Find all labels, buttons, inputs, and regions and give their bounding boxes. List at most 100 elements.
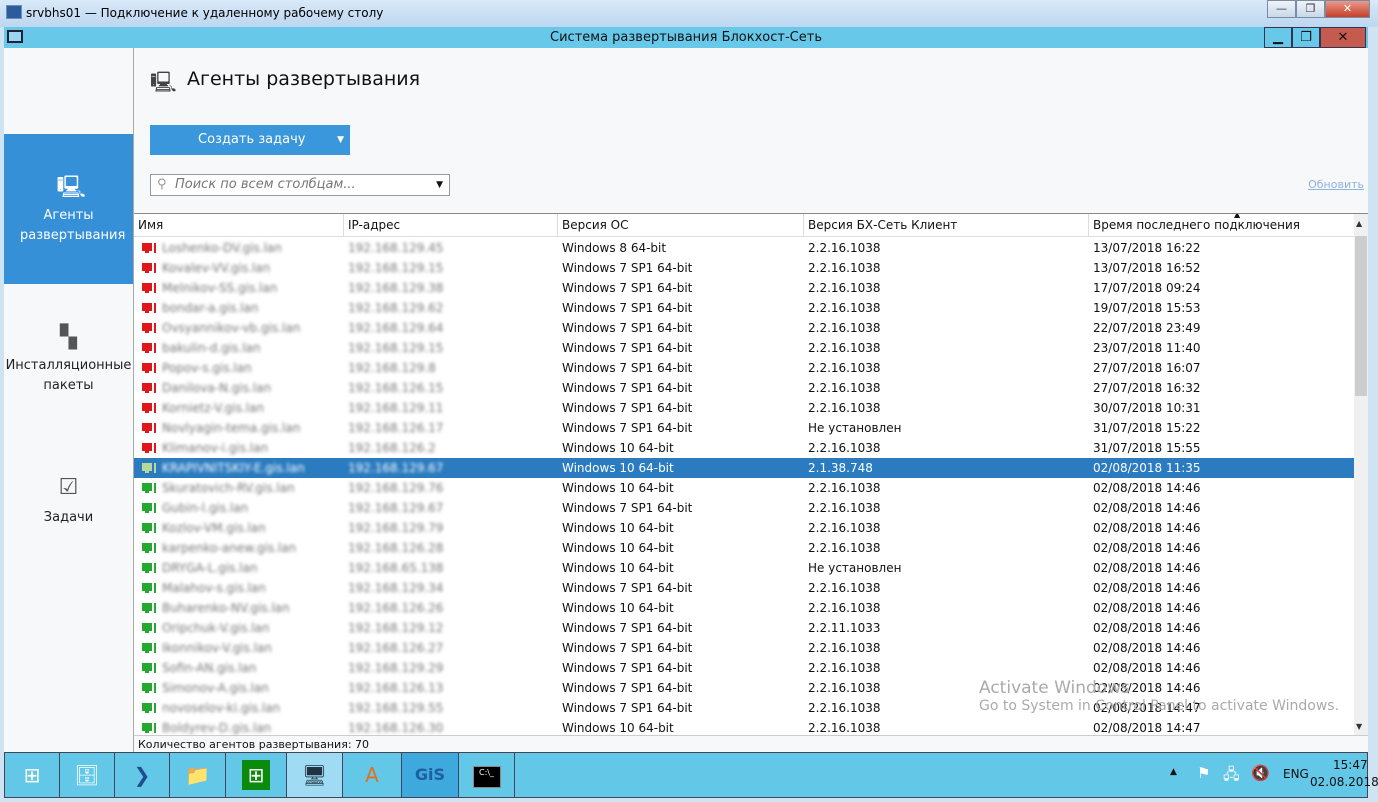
sidebar-item-packages[interactable]: ▚ Инсталляционные пакеты bbox=[4, 284, 133, 434]
agent-client-version: 2.2.16.1038 bbox=[808, 241, 881, 255]
create-task-button[interactable]: Создать задачу ▼ bbox=[150, 125, 350, 155]
table-row[interactable]: Ovsyannikov-vb.gis.lan 192.168.129.64 Wind… bbox=[134, 318, 1354, 338]
agent-name: Sofin-AN.gis.lan bbox=[162, 661, 257, 675]
agent-ip: 192.168.129.15 bbox=[348, 341, 444, 355]
clock-time[interactable]: 15:47 bbox=[1333, 758, 1368, 772]
agent-os: Windows 10 64-bit bbox=[562, 561, 674, 575]
agent-ip: 192.168.126.13 bbox=[348, 681, 444, 695]
agent-os: Windows 7 SP1 64-bit bbox=[562, 421, 693, 435]
table-row[interactable]: Malahov-s.gis.lan 192.168.129.34 Windows 7… bbox=[134, 578, 1354, 598]
file-explorer-icon[interactable]: 📁 bbox=[170, 753, 226, 797]
agent-client-version: 2.2.16.1038 bbox=[808, 281, 881, 295]
sidebar-item-agents[interactable]: 🖳 Агенты развертывания bbox=[4, 134, 133, 284]
agent-client-version: 2.2.16.1038 bbox=[808, 541, 881, 555]
language-indicator[interactable]: ENG bbox=[1283, 767, 1309, 781]
agent-ip: 192.168.129.29 bbox=[348, 661, 444, 675]
agent-ip: 192.168.129.79 bbox=[348, 521, 444, 535]
network-icon[interactable]: 🖧 bbox=[1223, 764, 1240, 789]
agent-os: Windows 7 SP1 64-bit bbox=[562, 261, 693, 275]
table-row[interactable]: Buharenko-NV.gis.lan 192.168.126.26 Window… bbox=[134, 598, 1354, 618]
table-row[interactable]: Boldyrev-D.gis.lan 192.168.126.30 Windows … bbox=[134, 718, 1354, 735]
table-row[interactable]: KRAPIVNITSKIY-E.gis.lan 192.168.129.67 Win… bbox=[134, 458, 1354, 478]
table-row[interactable]: karpenko-anew.gis.lan 192.168.126.28 Windo… bbox=[134, 538, 1354, 558]
rdp-restore-button[interactable]: ❐ bbox=[1296, 0, 1325, 18]
app-title: Система развертывания Блокхост-Сеть bbox=[550, 30, 822, 45]
chevron-down-icon[interactable]: ▼ bbox=[436, 175, 443, 195]
powershell-icon[interactable]: ❯ bbox=[115, 753, 170, 797]
minimize-button[interactable]: ▁ bbox=[1264, 27, 1292, 48]
volume-muted-icon[interactable]: 🔇 bbox=[1251, 764, 1270, 782]
agent-client-version: 2.2.16.1038 bbox=[808, 641, 881, 655]
table-row[interactable]: Novlyagin-tema.gis.lan 192.168.126.17 Wind… bbox=[134, 418, 1354, 438]
table-row[interactable]: Loshenko-DV.gis.lan 192.168.129.45 Windows… bbox=[134, 238, 1354, 258]
agent-status-icon bbox=[142, 283, 156, 293]
agent-status-icon bbox=[142, 363, 156, 373]
scroll-down-icon[interactable]: ▼ bbox=[1356, 722, 1362, 731]
agent-name: novoselov-ki.gis.lan bbox=[162, 701, 281, 715]
agent-status-icon bbox=[142, 403, 156, 413]
table-row[interactable]: Popov-s.gis.lan 192.168.129.8 Windows 7 SP… bbox=[134, 358, 1354, 378]
wordpad-icon[interactable]: A bbox=[343, 753, 402, 797]
agent-status-icon bbox=[142, 423, 156, 433]
dropdown-arrow-icon[interactable]: ▼ bbox=[337, 125, 344, 155]
agent-ip: 192.168.129.62 bbox=[348, 301, 444, 315]
agent-last-connection: 02/08/2018 14:46 bbox=[1093, 501, 1201, 515]
table-row[interactable]: Oripchuk-V.gis.lan 192.168.129.12 Windows … bbox=[134, 618, 1354, 638]
action-center-flag-icon[interactable]: ⚑ bbox=[1197, 764, 1210, 782]
server-manager-icon[interactable]: 🗄 bbox=[60, 753, 115, 797]
table-row[interactable]: Melnikov-SS.gis.lan 192.168.129.38 Windows… bbox=[134, 278, 1354, 298]
agent-os: Windows 7 SP1 64-bit bbox=[562, 501, 693, 515]
agent-last-connection: 02/08/2018 14:46 bbox=[1093, 661, 1201, 675]
table-row[interactable]: bakulin-d.gis.lan 192.168.129.15 Windows 7… bbox=[134, 338, 1354, 358]
table-row[interactable]: Kozlov-VM.gis.lan 192.168.129.79 Windows 1… bbox=[134, 518, 1354, 538]
column-header-last-connection[interactable]: Время последнего подключения bbox=[1089, 214, 1354, 237]
restore-button[interactable]: ❐ bbox=[1292, 27, 1320, 48]
agent-client-version: 2.2.16.1038 bbox=[808, 581, 881, 595]
vertical-scrollbar[interactable]: ▲ ▼ bbox=[1354, 214, 1368, 735]
agent-last-connection: 02/08/2018 11:35 bbox=[1093, 461, 1201, 475]
agent-ip: 192.168.129.8 bbox=[348, 361, 436, 375]
agent-last-connection: 02/08/2018 14:46 bbox=[1093, 541, 1201, 555]
refresh-link[interactable]: Обновить bbox=[1308, 178, 1364, 191]
rdp-close-button[interactable]: ✕ bbox=[1325, 0, 1370, 18]
rdp-minimize-button[interactable]: — bbox=[1267, 0, 1296, 18]
column-header-os[interactable]: Версия ОС bbox=[558, 214, 804, 237]
table-row[interactable]: DRYGA-L.gis.lan 192.168.65.138 Windows 10 … bbox=[134, 558, 1354, 578]
agent-os: Windows 7 SP1 64-bit bbox=[562, 281, 693, 295]
scroll-up-icon[interactable]: ▲ bbox=[1356, 219, 1362, 228]
table-row[interactable]: Kovalev-VV.gis.lan 192.168.129.15 Windows … bbox=[134, 258, 1354, 278]
table-row[interactable]: Ikonnikov-V.gis.lan 192.168.126.27 Windows… bbox=[134, 638, 1354, 658]
remote-desktop-icon[interactable]: 🖥 bbox=[287, 753, 343, 797]
column-header-ip[interactable]: IP-адрес bbox=[344, 214, 558, 237]
table-row[interactable]: Danilova-N.gis.lan 192.168.126.15 Windows … bbox=[134, 378, 1354, 398]
scrollbar-thumb[interactable] bbox=[1355, 236, 1367, 396]
store-icon[interactable]: ⊞ bbox=[226, 753, 287, 797]
gis-icon[interactable]: GiS bbox=[402, 753, 459, 797]
agent-last-connection: 22/07/2018 23:49 bbox=[1093, 321, 1201, 335]
agent-status-icon bbox=[142, 583, 156, 593]
agent-client-version: 2.2.16.1038 bbox=[808, 701, 881, 715]
table-row[interactable]: bondar-a.gis.lan 192.168.129.62 Windows 7 … bbox=[134, 298, 1354, 318]
agent-name: Ovsyannikov-vb.gis.lan bbox=[162, 321, 301, 335]
table-row[interactable]: Kornietz-V.gis.lan 192.168.129.11 Windows … bbox=[134, 398, 1354, 418]
sidebar-item-tasks[interactable]: ☑ Задачи bbox=[4, 434, 133, 584]
agent-os: Windows 7 SP1 64-bit bbox=[562, 321, 693, 335]
cmd-icon[interactable]: C:\_ bbox=[459, 753, 515, 797]
agent-last-connection: 31/07/2018 15:55 bbox=[1093, 441, 1201, 455]
show-hidden-icons[interactable]: ▲ bbox=[1170, 767, 1177, 777]
clock-date[interactable]: 02.08.2018 bbox=[1310, 775, 1378, 789]
sidebar-item-label: Инсталляционные пакеты bbox=[5, 358, 132, 393]
search-input[interactable]: ⚲ Поиск по всем столбцам... ▼ bbox=[150, 174, 450, 196]
close-button[interactable]: ✕ bbox=[1320, 27, 1366, 48]
table-row[interactable]: Sofin-AN.gis.lan 192.168.129.29 Windows 7 … bbox=[134, 658, 1354, 678]
agent-status-icon bbox=[142, 543, 156, 553]
column-header-client-version[interactable]: Версия БХ-Сеть Клиент bbox=[804, 214, 1089, 237]
start-button[interactable]: ⊞ bbox=[5, 753, 60, 797]
table-row[interactable]: Gubin-l.gis.lan 192.168.129.67 Windows 7 S… bbox=[134, 498, 1354, 518]
agent-status-icon bbox=[142, 683, 156, 693]
table-row[interactable]: Klimanov-i.gis.lan 192.168.126.2 Windows 1… bbox=[134, 438, 1354, 458]
table-row[interactable]: Skuratovich-RV.gis.lan 192.168.129.76 Wind… bbox=[134, 478, 1354, 498]
agent-ip: 192.168.126.27 bbox=[348, 641, 444, 655]
agent-last-connection: 31/07/2018 15:22 bbox=[1093, 421, 1201, 435]
column-header-name[interactable]: Имя bbox=[134, 214, 344, 237]
